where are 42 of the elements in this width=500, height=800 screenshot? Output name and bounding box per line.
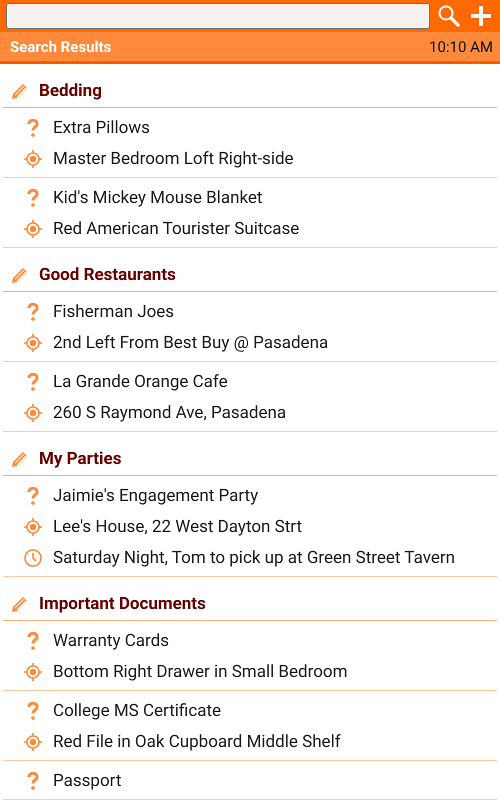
search-field[interactable] [6,3,430,30]
search-icon [437,4,461,28]
category-name: Bedding [39,81,102,101]
target-icon [23,662,43,682]
clock-icon [23,548,43,568]
category-header[interactable]: Bedding [3,69,497,108]
entry-text: 260 S Raymond Ave, Pasadena [53,402,286,422]
category-name: Important Documents [39,594,206,614]
category-header[interactable]: Important Documents [3,582,497,621]
category-name: Good Restaurants [39,265,176,285]
clock-time: 10:10 AM [429,38,493,56]
pencil-icon [10,594,30,614]
target-icon [23,218,43,238]
entry-text: Red American Tourister Suitcase [53,218,300,238]
target-icon [23,402,43,422]
target-icon [23,332,43,352]
entry-text: 2nd Left From Best Buy @ Pasadena [53,332,328,352]
entry-text: College MS Certificate [53,700,222,720]
category-header[interactable]: My Parties [3,437,497,476]
entry-text: Master Bedroom Loft Right-side [53,148,294,168]
entry-text: Bottom Right Drawer in Small Bedroom [53,662,348,682]
entry-text: Fisherman Joes [53,302,174,322]
entry-text: Warranty Cards [53,630,169,650]
target-icon [23,148,43,168]
category-name: My Parties [39,449,122,469]
pencil-icon [10,449,30,469]
entry-text: Lee's House, 22 West Dayton Strt [53,516,302,536]
pencil-icon [10,81,30,101]
entry-text: Passport [53,770,122,790]
target-icon [23,516,43,536]
entry-text: Jaimie's Engagement Party [53,486,258,506]
search-button[interactable] [436,3,462,30]
entry-text: Kid's Mickey Mouse Blanket [53,188,262,208]
plus-icon [469,4,493,28]
entry-text: Extra Pillows [53,118,150,138]
target-icon [23,732,43,752]
pencil-icon [10,265,30,285]
header-title: Search Results [10,38,112,56]
entry-text: Red File in Oak Cupboard Middle Shelf [53,732,341,752]
category-header[interactable]: Good Restaurants [3,253,497,292]
entry-text: Saturday Night, Tom to pick up at Green Street Tavern [53,548,455,568]
entry-text: La Grande Orange Cafe [53,372,228,392]
